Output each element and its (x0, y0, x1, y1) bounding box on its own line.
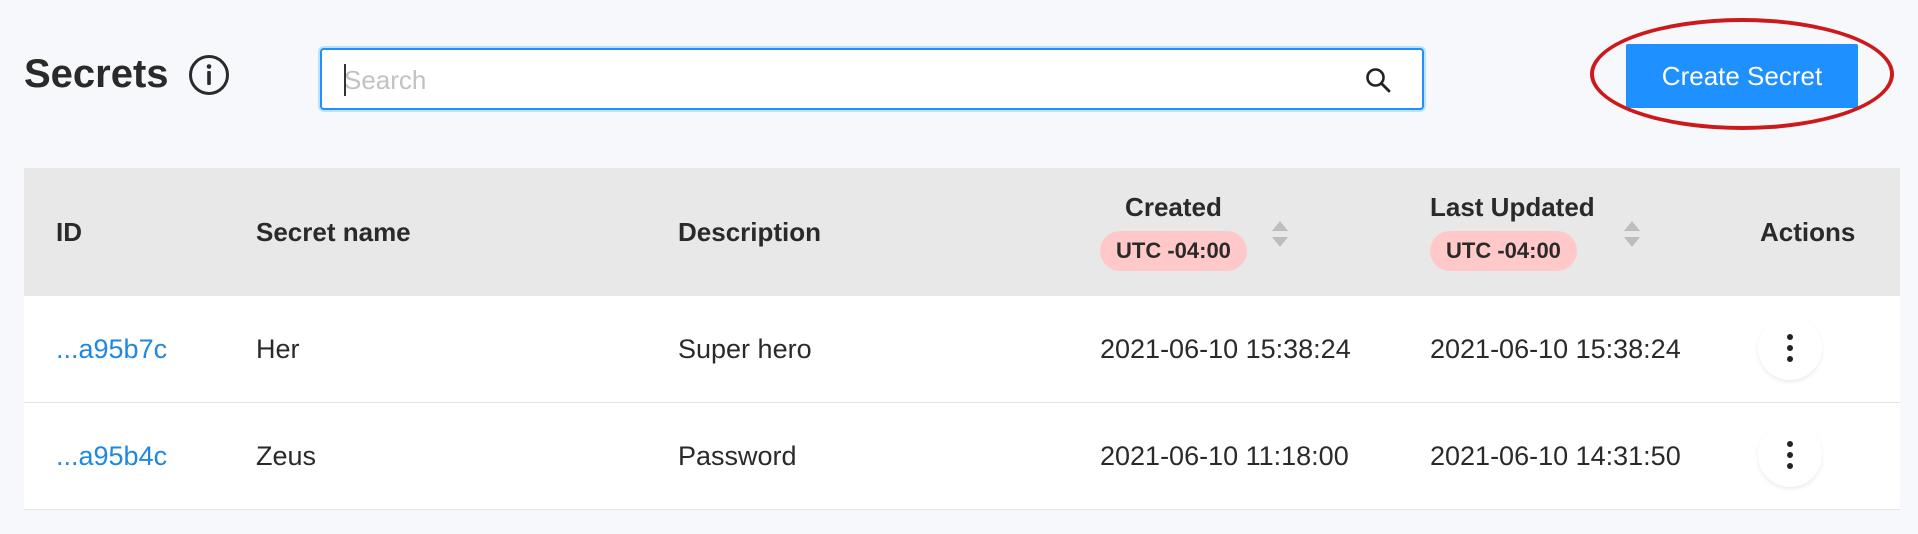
secret-name-cell: Zeus (256, 440, 317, 471)
secret-name-cell: Her (256, 333, 300, 364)
created-cell: 2021-06-10 15:38:24 (1100, 333, 1351, 364)
last-updated-label: Last Updated (1430, 192, 1595, 222)
sort-icon[interactable] (1270, 218, 1290, 250)
timezone-badge: UTC -04:00 (1100, 231, 1247, 271)
text-cursor (344, 64, 346, 96)
secret-id-link[interactable]: ...a95b7c (56, 334, 167, 365)
more-actions-button[interactable] (1758, 423, 1822, 487)
page-title: Secrets (24, 52, 169, 96)
column-header-id: ID (56, 216, 82, 247)
info-circle-icon[interactable] (188, 54, 230, 96)
updated-cell: 2021-06-10 14:31:50 (1430, 440, 1681, 471)
secrets-table: ID Secret name Description Created UTC -… (24, 168, 1900, 510)
create-secret-button[interactable]: Create Secret (1626, 44, 1858, 108)
column-header-last-updated[interactable]: Last Updated UTC -04:00 (1430, 192, 1595, 271)
sort-icon[interactable] (1622, 218, 1642, 250)
table-row: ...a95b4c Zeus Password 2021-06-10 11:18… (24, 403, 1900, 510)
table-row: ...a95b7c Her Super hero 2021-06-10 15:3… (24, 296, 1900, 403)
created-cell: 2021-06-10 11:18:00 (1100, 440, 1349, 471)
column-header-secret-name: Secret name (256, 216, 411, 247)
secret-id-link[interactable]: ...a95b4c (56, 441, 167, 472)
column-header-description: Description (678, 216, 822, 247)
timezone-badge: UTC -04:00 (1430, 231, 1577, 271)
column-header-actions: Actions (1760, 216, 1856, 247)
search-input[interactable] (342, 50, 1346, 110)
vertical-dots-icon (1787, 334, 1793, 362)
search-icon[interactable] (1364, 66, 1392, 94)
table-header: ID Secret name Description Created UTC -… (24, 168, 1900, 296)
search-box[interactable] (320, 48, 1424, 110)
updated-cell: 2021-06-10 15:38:24 (1430, 333, 1681, 364)
description-cell: Super hero (678, 333, 812, 364)
more-actions-button[interactable] (1758, 316, 1822, 380)
description-cell: Password (678, 440, 797, 471)
vertical-dots-icon (1787, 441, 1793, 469)
created-label: Created (1125, 192, 1222, 222)
column-header-created[interactable]: Created UTC -04:00 (1100, 192, 1247, 271)
